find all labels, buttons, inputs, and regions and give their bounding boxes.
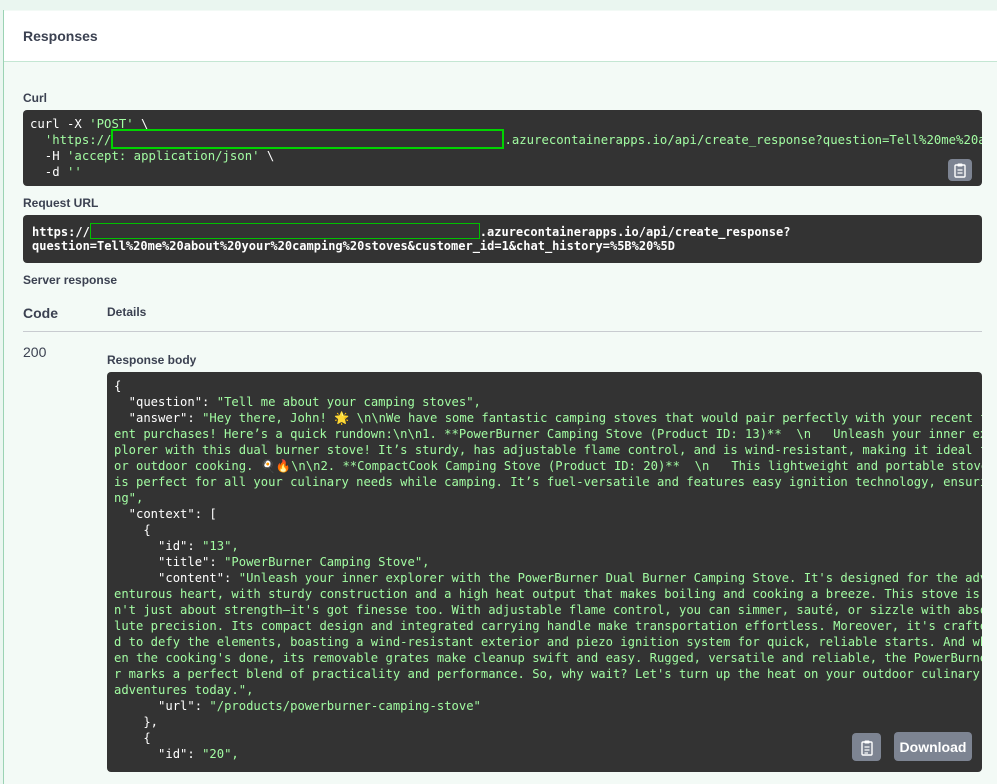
json-value: or outdoor cooking. 🍳🔥\n\n2. **CompactCo… [114, 459, 982, 473]
response-body-line: or outdoor cooking. 🍳🔥\n\n2. **CompactCo… [114, 458, 982, 474]
request-url-line: question=Tell%20me%20about%20your%20camp… [32, 239, 675, 253]
json-value: d to defy the elements, boasting a wind-… [114, 635, 982, 649]
response-body-block: { "question": "Tell me about your campin… [107, 372, 982, 772]
json-value: adventures today.", [114, 683, 254, 697]
json-key: { [114, 379, 122, 393]
json-key: "answer": [114, 411, 203, 425]
json-key: { [114, 523, 151, 537]
json-value: "Unleash your inner explorer with the Po… [238, 571, 982, 585]
response-body-line: is perfect for all your culinary needs w… [114, 474, 982, 490]
response-body-line: { [114, 730, 974, 746]
json-key: "context": [ [114, 507, 217, 521]
response-body-line: "id": "20", [114, 746, 974, 762]
response-body-line: r marks a perfect blend of practicality … [114, 666, 980, 682]
responses-header: Responses [4, 11, 997, 62]
json-value: "Hey there, John! 🌟 \n\nWe have some fan… [202, 411, 982, 425]
json-value: "13", [202, 539, 239, 553]
response-body-line: { [114, 522, 974, 538]
response-body-line: "question": "Tell me about your camping … [114, 394, 974, 410]
response-body-line: ent purchases! Here’s a quick rundown:\n… [114, 426, 982, 442]
json-value: en the cooking's done, its removable gra… [114, 651, 982, 665]
redacted-hostname [111, 129, 505, 149]
response-body-line: plorer with this dual burner stove! It’s… [114, 442, 982, 458]
json-value: r marks a perfect blend of practicality … [114, 667, 980, 681]
json-value: "20", [202, 747, 239, 761]
clipboard-icon [860, 740, 873, 756]
response-body-line: "title": "PowerBurner Camping Stove", [114, 554, 974, 570]
response-body-line: en the cooking's done, its removable gra… [114, 650, 982, 666]
table-divider [23, 331, 982, 332]
download-button[interactable]: Download [894, 732, 972, 761]
response-body-line: "url": "/products/powerburner-camping-st… [114, 698, 974, 714]
response-body-label: Response body [107, 353, 197, 367]
json-value: "/products/powerburner-camping-stove" [209, 699, 481, 713]
json-key: "url": [114, 699, 210, 713]
json-value: lute precision. Its compact design and i… [114, 619, 982, 633]
responses-title: Responses [23, 28, 98, 44]
json-value: is perfect for all your culinary needs w… [114, 475, 982, 489]
server-response-label: Server response [23, 273, 118, 287]
curl-line: -H 'accept: application/json' \ [30, 149, 275, 163]
copy-curl-button[interactable] [948, 159, 972, 181]
response-body-line: adventures today.", [114, 682, 974, 698]
curl-label: Curl [23, 91, 47, 105]
request-url-block: https://.azurecontainerapps.io/api/creat… [23, 215, 982, 263]
response-body-line: n't just about strength—it's got finesse… [114, 602, 982, 618]
json-key: "id": [114, 747, 203, 761]
curl-line: 'https://.azurecontainerapps.io/api/crea… [30, 129, 982, 149]
json-key: }, [114, 715, 159, 729]
response-body-line: "context": [ [114, 506, 974, 522]
response-body-line: ng", [114, 490, 974, 506]
details-column-header: Details [107, 305, 147, 319]
response-code: 200 [23, 344, 47, 360]
response-body-line: }, [114, 714, 974, 730]
code-column-header: Code [23, 305, 58, 321]
json-value: enturous heart, with sturdy construction… [114, 587, 980, 601]
request-url-line: https://.azurecontainerapps.io/api/creat… [32, 223, 791, 239]
request-url-label: Request URL [23, 196, 99, 210]
redacted-hostname [89, 223, 480, 239]
json-value: ent purchases! Here’s a quick rundown:\n… [114, 427, 982, 441]
copy-response-button[interactable] [852, 733, 881, 761]
curl-code-block: curl -X 'POST' \ 'https://.azurecontaine… [23, 110, 982, 186]
response-body-line: lute precision. Its compact design and i… [114, 618, 982, 634]
json-key: { [114, 731, 151, 745]
json-value: n't just about strength—it's got finesse… [114, 603, 982, 617]
json-key: "title": [114, 555, 225, 569]
json-value: "PowerBurner Camping Stove", [224, 555, 430, 569]
response-body-line: { [114, 378, 974, 394]
clipboard-icon [954, 163, 966, 178]
json-value: plorer with this dual burner stove! It’s… [114, 443, 982, 457]
response-body-line: enturous heart, with sturdy construction… [114, 586, 980, 602]
response-body-line: d to defy the elements, boasting a wind-… [114, 634, 982, 650]
json-key: "question": [114, 395, 217, 409]
response-body-line: "content": "Unleash your inner explorer … [114, 570, 982, 586]
json-value: "Tell me about your camping stoves", [216, 395, 481, 409]
response-body-text: { "question": "Tell me about your campin… [114, 378, 982, 762]
json-key: "id": [114, 539, 203, 553]
response-body-line: "id": "13", [114, 538, 974, 554]
response-body-line: "answer": "Hey there, John! 🌟 \n\nWe hav… [114, 410, 982, 426]
json-value: ng", [114, 491, 144, 505]
json-key: "content": [114, 571, 239, 585]
curl-line: -d '' [30, 165, 82, 179]
